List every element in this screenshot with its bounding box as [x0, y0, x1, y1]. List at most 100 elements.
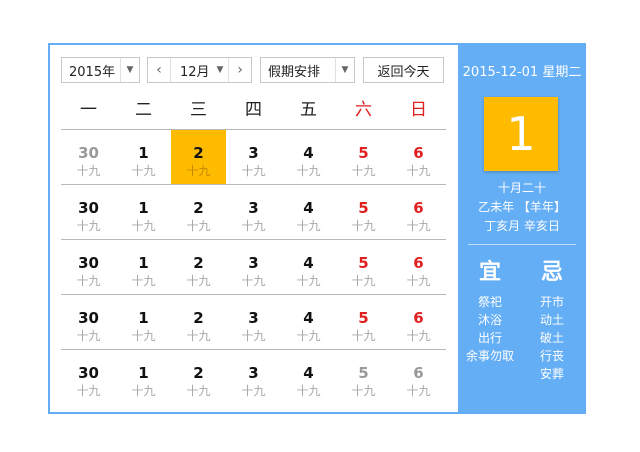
- day-cell[interactable]: 4 十九: [281, 350, 336, 404]
- lunar-day: 十九: [76, 274, 101, 288]
- week-row: 30 十九 1 十九 2 十九 3 十九 4 十九 5 十九 6 十九: [61, 239, 446, 294]
- day-number: 30: [78, 254, 99, 272]
- day-cell[interactable]: 5 十九: [336, 295, 391, 349]
- chevron-left-icon: ‹: [156, 62, 162, 78]
- day-number: 3: [248, 254, 259, 272]
- day-cell[interactable]: 3 十九: [226, 295, 281, 349]
- day-cell[interactable]: 3 十九: [226, 240, 281, 294]
- lunar-day: 十九: [186, 219, 211, 233]
- day-cell[interactable]: 6 十九: [391, 130, 446, 184]
- day-cell[interactable]: 1 十九: [116, 350, 171, 404]
- day-number: 6: [413, 364, 424, 382]
- day-cell[interactable]: 30 十九: [61, 130, 116, 184]
- day-cell[interactable]: 6 十九: [391, 240, 446, 294]
- day-number: 1: [138, 254, 149, 272]
- day-number: 4: [303, 199, 314, 217]
- ji-item: 破土: [539, 331, 564, 345]
- day-detail-panel: 2015-12-01 星期二 1 十月二十 乙未年 【羊年】 丁亥月 辛亥日 宜…: [458, 45, 586, 412]
- lunar-day: 十九: [131, 274, 156, 288]
- day-cell[interactable]: 6 十九: [391, 350, 446, 404]
- day-cell[interactable]: 4 十九: [281, 185, 336, 239]
- day-cell[interactable]: 6 十九: [391, 295, 446, 349]
- day-cell[interactable]: 2 十九: [171, 350, 226, 404]
- yi-item: 余事勿取: [465, 349, 514, 363]
- lunar-day: 十九: [186, 384, 211, 398]
- day-number: 5: [358, 364, 369, 382]
- day-cell[interactable]: 2 十九: [171, 295, 226, 349]
- day-grid: 30 十九 1 十九 2 十九 3 十九 4 十九 5 十九 6 十九 30 十九 1 十九 2 十九 3 十九 4 十九 5 十…: [61, 129, 446, 404]
- day-number: 4: [303, 254, 314, 272]
- month-select[interactable]: 12月 ▼: [171, 61, 228, 80]
- day-number: 6: [413, 144, 424, 162]
- ji-column: 忌 开市 动土 破土 行丧 安葬: [522, 257, 582, 383]
- day-cell[interactable]: 1 十九: [116, 130, 171, 184]
- big-day-box: 1: [484, 97, 558, 171]
- lunar-day: 十九: [76, 164, 101, 178]
- day-cell[interactable]: 1 十九: [116, 185, 171, 239]
- day-number: 2: [193, 309, 204, 327]
- yi-item: 沐浴: [477, 313, 502, 327]
- day-cell[interactable]: 1 十九: [116, 295, 171, 349]
- holiday-select[interactable]: 假期安排 ▼: [260, 57, 355, 83]
- day-cell[interactable]: 4 十九: [281, 240, 336, 294]
- lunar-day: 十九: [351, 219, 376, 233]
- lunar-day: 十九: [131, 219, 156, 233]
- day-cell[interactable]: 5 十九: [336, 185, 391, 239]
- day-cell[interactable]: 3 十九: [226, 130, 281, 184]
- lunar-day: 十九: [186, 274, 211, 288]
- big-day-number: 1: [506, 107, 536, 161]
- yi-column: 宜 祭祀 沐浴 出行 余事勿取: [460, 257, 520, 365]
- next-month-button[interactable]: ›: [228, 58, 251, 82]
- day-cell[interactable]: 2 十九: [171, 185, 226, 239]
- selected-date-text: 2015-12-01 星期二: [462, 65, 582, 80]
- week-row: 30 十九 1 十九 2 十九 3 十九 4 十九 5 十九 6 十九: [61, 294, 446, 349]
- ji-item: 动土: [539, 313, 564, 327]
- ji-item: 开市: [539, 295, 564, 309]
- day-number: 6: [413, 254, 424, 272]
- lunar-day: 十九: [351, 329, 376, 343]
- day-number: 3: [248, 309, 259, 327]
- today-button[interactable]: 返回今天: [363, 57, 444, 83]
- day-cell[interactable]: 4 十九: [281, 295, 336, 349]
- week-row: 30 十九 1 十九 2 十九 3 十九 4 十九 5 十九 6 十九: [61, 349, 446, 404]
- year-select[interactable]: 2015年 ▼: [61, 57, 140, 83]
- day-cell[interactable]: 5 十九: [336, 240, 391, 294]
- lunar-day: 十九: [131, 329, 156, 343]
- week-row: 30 十九 1 十九 2 十九 3 十九 4 十九 5 十九 6 十九: [61, 184, 446, 239]
- day-cell[interactable]: 30 十九: [61, 240, 116, 294]
- lunar-day: 十九: [186, 164, 211, 178]
- lunar-day: 十九: [296, 384, 321, 398]
- day-cell[interactable]: 2 十九: [171, 240, 226, 294]
- day-number: 1: [138, 144, 149, 162]
- day-cell[interactable]: 3 十九: [226, 185, 281, 239]
- divider: [468, 244, 576, 245]
- lunar-day: 十九: [241, 274, 266, 288]
- lunar-day: 十九: [241, 329, 266, 343]
- holiday-select-value: 假期安排: [268, 64, 321, 80]
- day-cell[interactable]: 5 十九: [336, 350, 391, 404]
- month-select-value: 12月: [180, 64, 210, 80]
- day-cell[interactable]: 30 十九: [61, 350, 116, 404]
- weekday-label: 六: [355, 100, 372, 120]
- day-cell[interactable]: 2 十九: [171, 130, 226, 184]
- lunar-day: 十九: [351, 164, 376, 178]
- lunar-day: 十九: [241, 384, 266, 398]
- day-number: 4: [303, 309, 314, 327]
- lunar-day: 十九: [406, 164, 431, 178]
- lunar-day: 十九: [296, 329, 321, 343]
- day-cell[interactable]: 5 十九: [336, 130, 391, 184]
- day-number: 1: [138, 199, 149, 217]
- weekday-label: 四: [245, 100, 262, 120]
- day-cell[interactable]: 30 十九: [61, 295, 116, 349]
- day-cell[interactable]: 3 十九: [226, 350, 281, 404]
- weekday-label: 一: [80, 100, 97, 120]
- day-cell[interactable]: 6 十九: [391, 185, 446, 239]
- lunar-day: 十九: [296, 274, 321, 288]
- day-cell[interactable]: 1 十九: [116, 240, 171, 294]
- day-cell[interactable]: 30 十九: [61, 185, 116, 239]
- weekday-header: 一 二 三 四 五 六 日: [61, 91, 446, 129]
- day-cell[interactable]: 4 十九: [281, 130, 336, 184]
- day-number: 2: [193, 364, 204, 382]
- prev-month-button[interactable]: ‹: [148, 58, 171, 82]
- lunar-day: 十九: [131, 164, 156, 178]
